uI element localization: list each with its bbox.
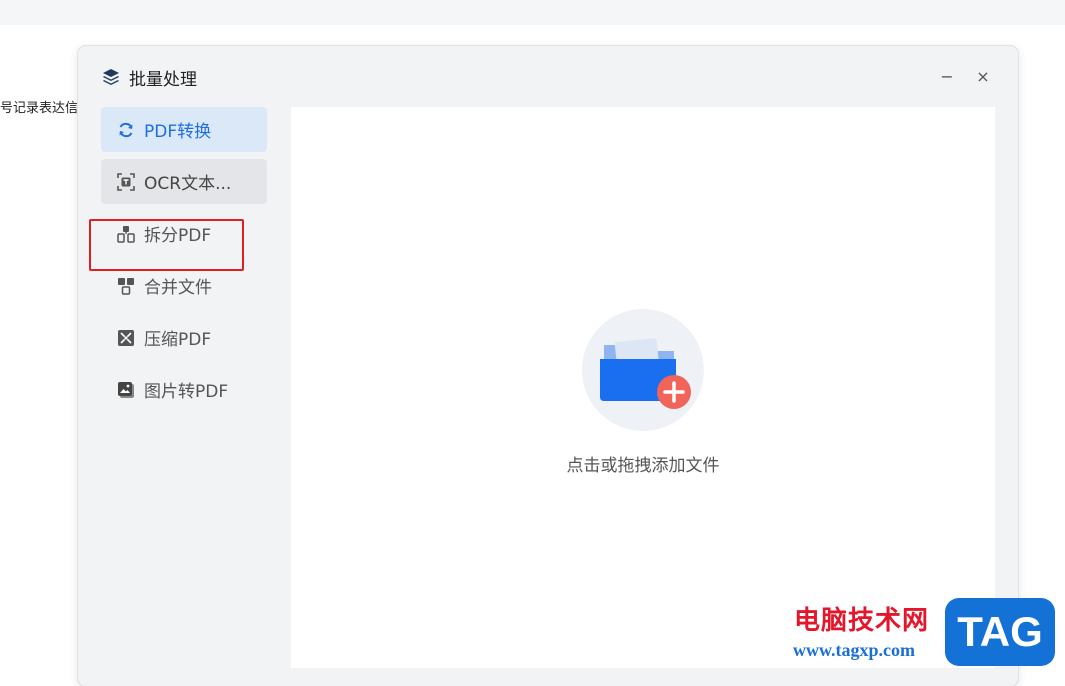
watermark-badge: TAG bbox=[945, 598, 1055, 666]
dialog-title: 批量处理 bbox=[129, 70, 197, 90]
dialog-header: 批量处理 − × bbox=[78, 46, 1018, 106]
ocr-text-icon bbox=[116, 172, 136, 192]
sidebar-item-label: 图片转PDF bbox=[144, 382, 229, 402]
sidebar-item-ocr-text[interactable]: OCR文本... bbox=[101, 159, 267, 204]
close-button[interactable]: × bbox=[971, 64, 995, 88]
file-dropzone[interactable]: 点击或拖拽添加文件 bbox=[291, 107, 995, 668]
sidebar-item-label: PDF转换 bbox=[144, 122, 212, 142]
background-text: 号记录表达信 bbox=[0, 101, 79, 116]
batch-process-dialog: 批量处理 − × PDF转换 OCR文本... 拆分PDF 合并文件 压缩PDF… bbox=[78, 46, 1018, 686]
compress-pdf-icon bbox=[116, 328, 136, 348]
dropzone-label: 点击或拖拽添加文件 bbox=[566, 456, 720, 476]
layers-icon bbox=[101, 67, 121, 87]
sidebar-item-label: 压缩PDF bbox=[144, 330, 212, 350]
sidebar-item-pdf-convert[interactable]: PDF转换 bbox=[101, 107, 267, 152]
sidebar-item-split-pdf[interactable]: 拆分PDF bbox=[101, 211, 267, 256]
merge-files-icon bbox=[116, 276, 136, 296]
sidebar-item-label: OCR文本... bbox=[144, 174, 232, 194]
image-to-pdf-icon bbox=[116, 380, 136, 400]
sidebar-item-merge-files[interactable]: 合并文件 bbox=[101, 263, 267, 308]
sidebar-item-compress-pdf[interactable]: 压缩PDF bbox=[101, 315, 267, 360]
folder-add-icon[interactable] bbox=[582, 309, 704, 431]
top-bar bbox=[0, 0, 1065, 25]
sidebar-item-image-to-pdf[interactable]: 图片转PDF bbox=[101, 367, 267, 412]
watermark-site-name: 电脑技术网 bbox=[794, 606, 930, 636]
sidebar-item-label: 合并文件 bbox=[144, 278, 212, 298]
sidebar-item-label: 拆分PDF bbox=[144, 226, 212, 246]
split-pdf-icon bbox=[116, 224, 136, 244]
watermark-url: www.tagxp.com bbox=[793, 640, 915, 660]
main-panel: 点击或拖拽添加文件 bbox=[291, 107, 995, 668]
minimize-button[interactable]: − bbox=[935, 64, 959, 88]
refresh-icon bbox=[116, 120, 136, 140]
